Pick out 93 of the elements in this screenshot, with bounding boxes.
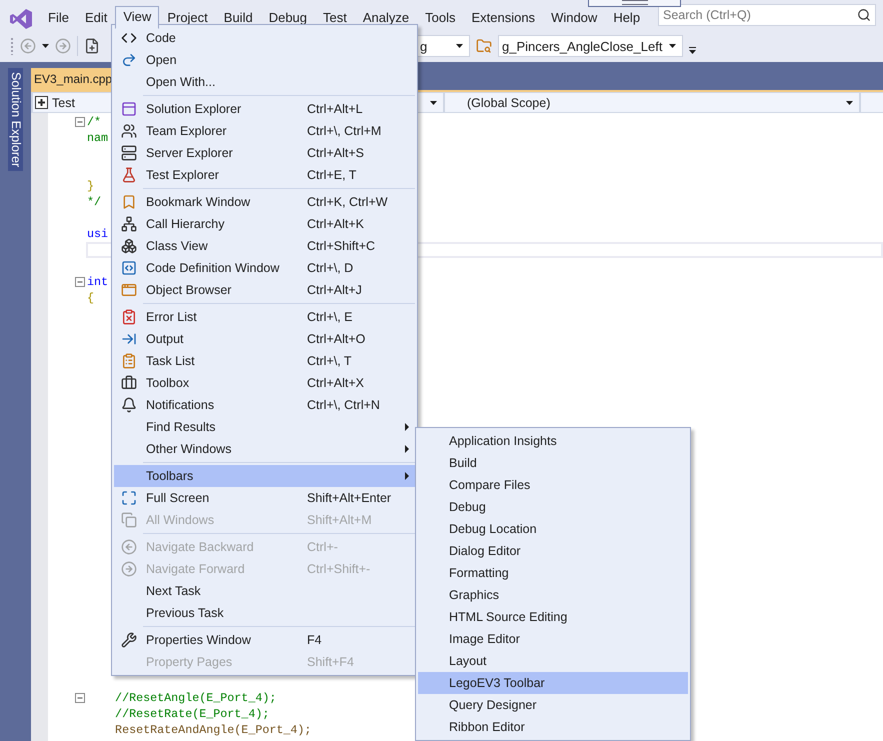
expand-icon — [121, 490, 137, 506]
search-field[interactable]: Search (Ctrl+Q) — [658, 4, 876, 26]
menu-item[interactable]: Error List Ctrl+\, E — [114, 306, 415, 328]
menu-item[interactable]: File — [40, 7, 77, 29]
menu-item[interactable]: Code Definition Window Ctrl+\, D — [114, 257, 415, 279]
menu-item[interactable]: HTML Source Editing — [418, 606, 688, 628]
project-icon — [35, 96, 48, 109]
menu-item[interactable]: Test Explorer Ctrl+E, T — [114, 164, 415, 186]
code-line: usi — [87, 227, 108, 241]
code-line: /* — [87, 115, 102, 129]
menu-item[interactable]: Help — [605, 7, 648, 29]
flask-icon — [121, 167, 137, 183]
menu-item[interactable]: Image Editor — [418, 628, 688, 650]
code-line: { — [87, 291, 94, 305]
collapse-icon[interactable] — [75, 277, 85, 287]
browser-window-icon — [121, 282, 137, 298]
menu-item[interactable]: View — [115, 6, 160, 29]
menu-item[interactable]: Task List Ctrl+\, T — [114, 350, 415, 372]
target-dropdown[interactable]: g_Pincers_AngleClose_Left — [498, 35, 683, 57]
hierarchy-icon — [121, 216, 137, 232]
menu-item[interactable]: Notifications Ctrl+\, Ctrl+N — [114, 394, 415, 416]
scope-dropdown[interactable]: (Global Scope) — [445, 93, 859, 112]
windows-icon — [121, 512, 137, 528]
menu-item[interactable]: Code — [114, 27, 415, 49]
menu-item[interactable]: Debug Location — [418, 518, 688, 540]
collapse-icon[interactable] — [75, 693, 85, 703]
code-line: ResetRateAndAngle(E_Port_4); — [114, 723, 312, 737]
menu-item[interactable]: Layout — [418, 650, 688, 672]
wrench-icon — [121, 632, 137, 648]
code-line: int — [87, 275, 108, 289]
code-line: //ResetRate(E_Port_4); — [114, 707, 270, 721]
caret-icon — [42, 44, 49, 48]
menu-item[interactable]: Server Explorer Ctrl+Alt+S — [114, 142, 415, 164]
menu-item[interactable]: Graphics — [418, 584, 688, 606]
window-icon — [121, 101, 137, 117]
menu-item[interactable]: Team Explorer Ctrl+\, Ctrl+M — [114, 120, 415, 142]
menu-item[interactable]: Open With... — [114, 71, 415, 93]
menu-item[interactable]: Solution Explorer Ctrl+Alt+L — [114, 98, 415, 120]
menu-item[interactable]: Toolbars — [114, 465, 415, 487]
menu-item[interactable]: Output Ctrl+Alt+O — [114, 328, 415, 350]
bell-icon — [121, 397, 137, 413]
code-line: //ResetAngle(E_Port_4); — [114, 691, 276, 705]
bookmark-icon — [121, 194, 137, 210]
code-line: */ — [87, 195, 102, 209]
folder-search-icon[interactable] — [476, 38, 492, 54]
menu-item[interactable]: Object Browser Ctrl+Alt+J — [114, 279, 415, 301]
menu-item[interactable]: Call Hierarchy Ctrl+Alt+K — [114, 213, 415, 235]
menu-item[interactable]: Formatting — [418, 562, 688, 584]
menu-item[interactable]: LegoEV3 Toolbar — [418, 672, 688, 694]
code-line: } — [87, 179, 94, 193]
menu-item[interactable]: Tools — [417, 7, 464, 29]
menu-item[interactable]: Class View Ctrl+Shift+C — [114, 235, 415, 257]
caret-icon — [846, 100, 853, 104]
curved-arrow-icon — [121, 52, 137, 68]
error-list-icon — [121, 309, 137, 325]
menu-item[interactable]: Application Insights — [418, 430, 688, 452]
menu-item[interactable]: Dialog Editor — [418, 540, 688, 562]
menu-item[interactable]: Open — [114, 49, 415, 71]
menu-item[interactable]: Window — [543, 7, 606, 29]
code-window-icon — [121, 260, 137, 276]
overflow-icon[interactable] — [689, 46, 696, 54]
search-icon[interactable] — [857, 8, 871, 22]
menu-item[interactable]: Previous Task — [114, 602, 415, 624]
menu-item[interactable]: Full Screen Shift+Alt+Enter — [114, 487, 415, 509]
menu-item[interactable]: Query Designer — [418, 694, 688, 716]
menu-item[interactable]: Toolbox Ctrl+Alt+X — [114, 372, 415, 394]
menu-item[interactable]: Extensions — [463, 7, 544, 29]
side-tab[interactable]: Solution Explorer — [8, 68, 23, 172]
output-arrow-icon — [121, 331, 137, 347]
menu-item[interactable]: Build — [418, 452, 688, 474]
logo-icon[interactable] — [10, 9, 32, 29]
menu-item[interactable]: Debug — [418, 496, 688, 518]
boxes-icon — [121, 238, 137, 254]
menu-item[interactable]: Properties Window F4 — [114, 629, 415, 651]
menu-item[interactable]: Edit — [76, 7, 116, 29]
menu-item[interactable]: Ribbon Editor — [418, 716, 688, 738]
caret-icon — [456, 44, 463, 48]
configuration-dropdown[interactable]: g — [416, 35, 470, 57]
code-line: nam — [87, 131, 108, 145]
menu-item[interactable]: Other Windows — [114, 438, 415, 460]
toolbar-grip[interactable] — [10, 37, 14, 55]
caret-icon — [669, 44, 676, 48]
menu-item[interactable]: Compare Files — [418, 474, 688, 496]
menu-item[interactable]: Bookmark Window Ctrl+K, Ctrl+W — [114, 191, 415, 213]
server-icon — [121, 145, 137, 161]
menu-item[interactable]: Next Task — [114, 580, 415, 602]
toolbox-icon — [121, 375, 137, 391]
clipboard-icon — [121, 353, 137, 369]
collapse-icon[interactable] — [75, 117, 85, 127]
people-icon — [121, 123, 137, 139]
new-file-icon[interactable] — [84, 38, 100, 54]
caret-icon — [430, 100, 437, 104]
menu-item[interactable]: Find Results — [114, 416, 415, 438]
